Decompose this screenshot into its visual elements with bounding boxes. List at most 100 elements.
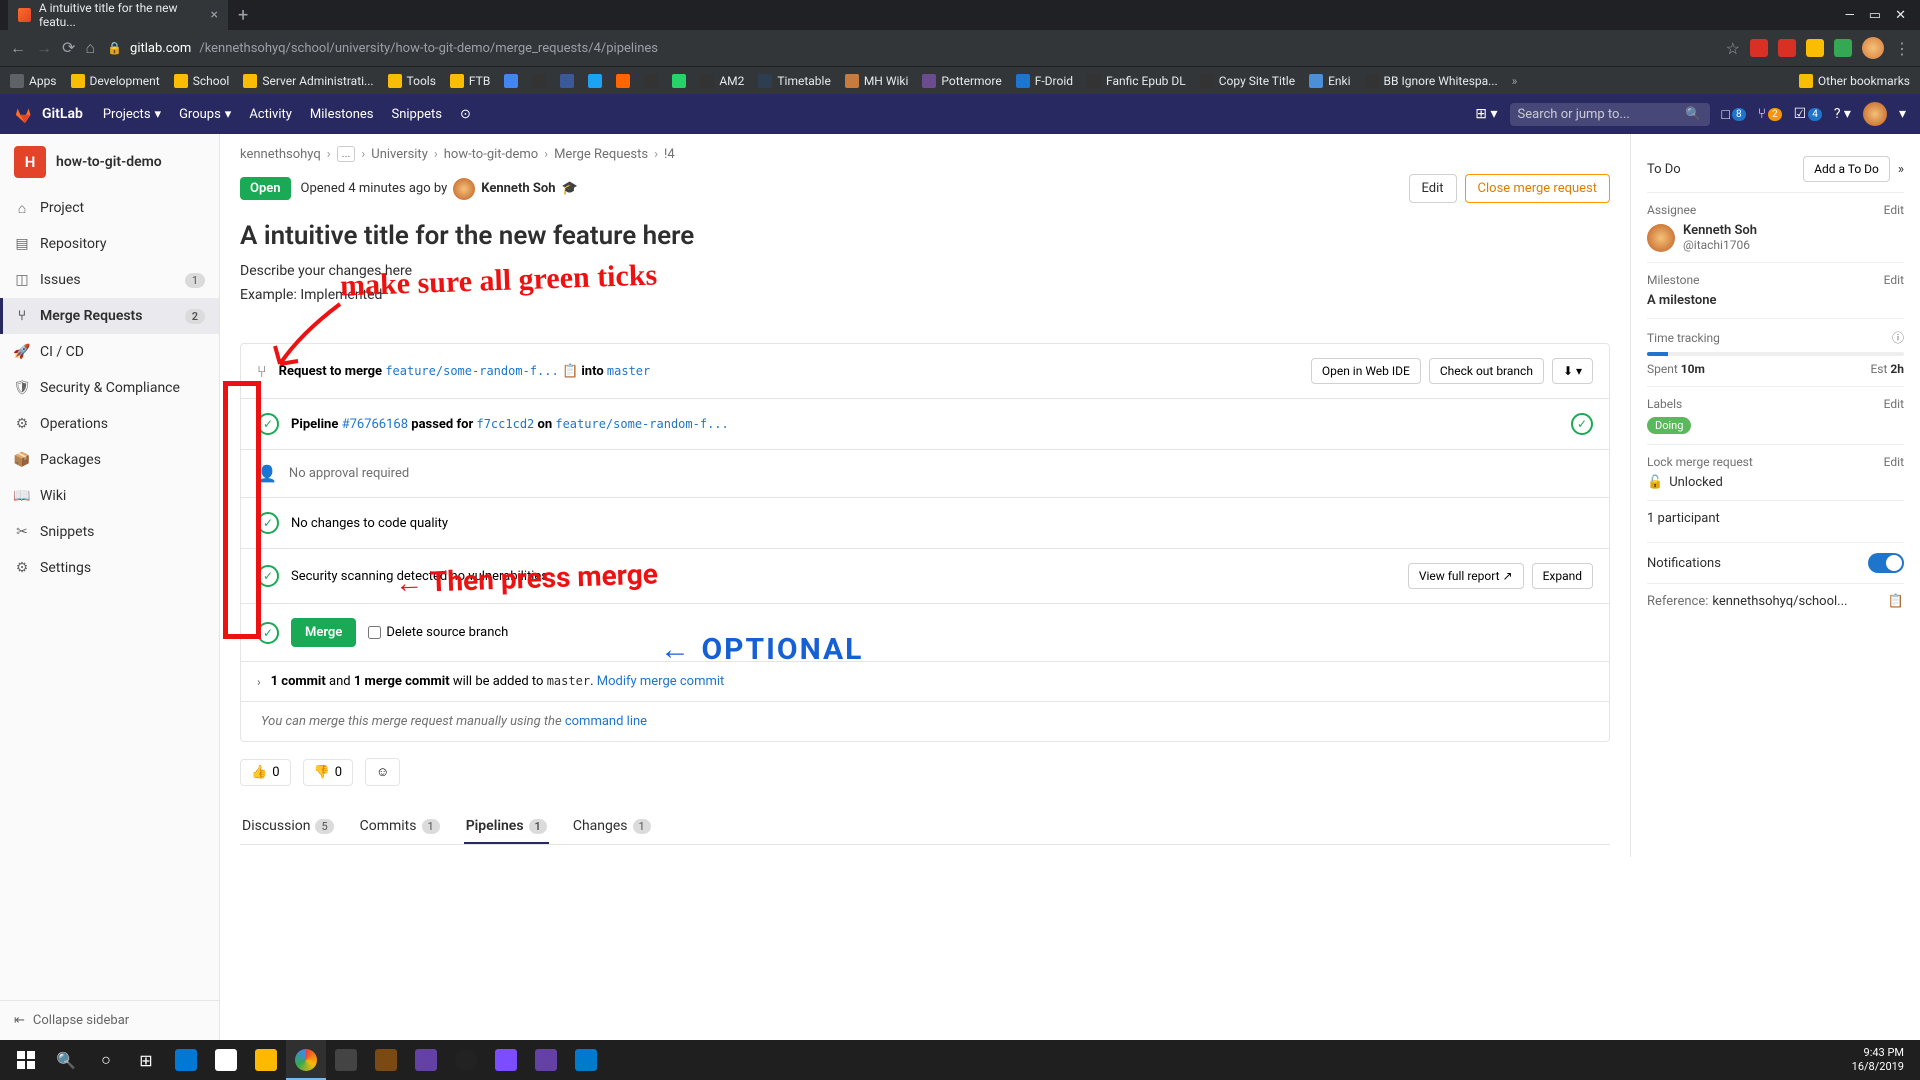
bookmark-item[interactable] [588, 74, 602, 88]
bookmark-item[interactable]: Pottermore [922, 74, 1001, 88]
download-dropdown[interactable]: ⬇ ▾ [1552, 358, 1593, 384]
assignee-avatar[interactable] [1647, 224, 1675, 252]
view-report-button[interactable]: View full report ↗ [1408, 563, 1524, 589]
sidebar-item-operations[interactable]: ⚙Operations [0, 406, 219, 442]
start-button[interactable] [6, 1040, 46, 1080]
menu-icon[interactable]: ⋮ [1894, 39, 1910, 58]
user-avatar[interactable] [1863, 102, 1887, 126]
taskbar-app[interactable] [166, 1040, 206, 1080]
taskbar-app[interactable] [566, 1040, 606, 1080]
sidebar-item-wiki[interactable]: 📖Wiki [0, 478, 219, 514]
tab-changes[interactable]: Changes1 [571, 808, 653, 844]
delete-source-checkbox[interactable]: Delete source branch [368, 625, 508, 640]
bookmark-item[interactable]: Development [71, 74, 160, 88]
sidebar-item-snippets[interactable]: ✂Snippets [0, 514, 219, 550]
copy-reference-icon[interactable]: 📋 [1888, 594, 1904, 609]
mr-shortcut[interactable]: ⑂2 [1758, 106, 1782, 122]
collapse-sidebar-button[interactable]: ⇤Collapse sidebar [0, 1000, 219, 1040]
bookmark-item[interactable]: Fanfic Epub DL [1087, 74, 1186, 88]
author-name[interactable]: Kenneth Soh [481, 181, 555, 196]
nav-activity[interactable]: Activity [249, 107, 292, 122]
taskbar-app[interactable] [486, 1040, 526, 1080]
bookmark-item[interactable] [560, 74, 574, 88]
nav-snippets[interactable]: Snippets [392, 107, 443, 122]
new-tab-button[interactable]: + [238, 5, 248, 26]
merge-button[interactable]: Merge [291, 618, 356, 647]
apps-button[interactable]: Apps [10, 74, 57, 88]
taskbar-chrome[interactable] [286, 1040, 326, 1080]
command-line-link[interactable]: command line [565, 714, 647, 729]
star-icon[interactable]: ☆ [1726, 39, 1740, 58]
cortana-icon[interactable]: ○ [86, 1040, 126, 1080]
url-bar[interactable]: 🔒 gitlab.com/kennethsohyq/school/univers… [107, 41, 1714, 56]
edit-lock[interactable]: Edit [1884, 455, 1904, 469]
edit-assignee[interactable]: Edit [1884, 203, 1904, 217]
window-maximize-icon[interactable]: ▭ [1869, 8, 1881, 23]
todo-shortcut[interactable]: ☑4 [1794, 106, 1822, 122]
add-reaction-button[interactable]: ☺ [365, 758, 400, 786]
edit-labels[interactable]: Edit [1884, 397, 1904, 411]
bookmark-item[interactable]: Timetable [758, 74, 830, 88]
nav-milestones[interactable]: Milestones [310, 107, 374, 122]
sidebar-item-cicd[interactable]: 🚀CI / CD [0, 334, 219, 370]
bookmark-item[interactable] [504, 74, 518, 88]
pipeline-id-link[interactable]: #76766168 [342, 417, 408, 432]
modify-merge-commit-link[interactable]: Modify merge commit [597, 674, 725, 689]
profile-avatar[interactable] [1862, 37, 1884, 59]
sidebar-item-packages[interactable]: 📦Packages [0, 442, 219, 478]
taskbar-app[interactable] [406, 1040, 446, 1080]
plus-dropdown[interactable]: ⊞ ▾ [1475, 106, 1497, 122]
window-close-icon[interactable]: ✕ [1895, 8, 1906, 23]
bookmark-item[interactable]: BB Ignore Whitespa... [1365, 74, 1498, 88]
copy-icon[interactable]: 📋 [562, 364, 578, 379]
sidebar-item-repository[interactable]: ▤Repository [0, 226, 219, 262]
bookmark-item[interactable]: AM2 [700, 74, 744, 88]
nav-projects[interactable]: Projects ▾ [103, 107, 161, 122]
bookmark-item[interactable]: Copy Site Title [1200, 74, 1295, 88]
close-mr-button[interactable]: Close merge request [1465, 174, 1610, 203]
bookmark-item[interactable]: F-Droid [1016, 74, 1073, 88]
breadcrumb-ellipsis[interactable]: ... [337, 146, 356, 162]
taskbar-app[interactable] [446, 1040, 486, 1080]
chevron-right-icon[interactable]: › [257, 675, 261, 689]
extension-icon[interactable] [1778, 39, 1796, 57]
taskbar-app[interactable] [366, 1040, 406, 1080]
sidebar-item-settings[interactable]: ⚙Settings [0, 550, 219, 586]
bookmark-item[interactable]: FTB [450, 74, 490, 88]
taskbar-app[interactable] [526, 1040, 566, 1080]
checkout-branch-button[interactable]: Check out branch [1429, 358, 1544, 384]
extension-icon[interactable] [1750, 39, 1768, 57]
home-icon[interactable]: ⌂ [85, 38, 95, 58]
task-view-icon[interactable]: ⊞ [126, 1040, 166, 1080]
other-bookmarks[interactable]: Other bookmarks [1799, 74, 1910, 88]
breadcrumb-link[interactable]: kennethsohyq [240, 147, 321, 162]
close-tab-icon[interactable]: × [211, 7, 218, 23]
nav-groups[interactable]: Groups ▾ [179, 107, 231, 122]
extension-icon[interactable] [1806, 39, 1824, 57]
bookmark-item[interactable] [532, 74, 546, 88]
label-chip[interactable]: Doing [1647, 417, 1691, 434]
tab-pipelines[interactable]: Pipelines1 [464, 808, 549, 844]
sidebar-item-issues[interactable]: ◫Issues1 [0, 262, 219, 298]
thumbs-up-button[interactable]: 👍 0 [240, 759, 291, 786]
source-branch[interactable]: feature/some-random-f... [385, 364, 558, 378]
tab-discussion[interactable]: Discussion5 [240, 808, 336, 844]
taskbar-app[interactable] [326, 1040, 366, 1080]
author-avatar[interactable] [453, 178, 475, 200]
back-icon[interactable]: ← [10, 38, 26, 58]
system-tray[interactable]: 9:43 PM 16/8/2019 [1852, 1046, 1914, 1075]
thumbs-down-button[interactable]: 👎 0 [303, 759, 354, 786]
expand-button[interactable]: Expand [1532, 563, 1593, 589]
search-input[interactable]: Search or jump to... 🔍 [1510, 103, 1710, 126]
add-todo-button[interactable]: Add a To Do [1803, 156, 1890, 182]
breadcrumb-link[interactable]: Merge Requests [554, 147, 648, 162]
sidebar-item-merge-requests[interactable]: ⑂Merge Requests2 [0, 298, 219, 334]
search-icon[interactable]: 🔍 [46, 1040, 86, 1080]
extension-icon[interactable] [1834, 39, 1852, 57]
breadcrumb-link[interactable]: how-to-git-demo [444, 147, 538, 162]
commit-sha[interactable]: f7cc1cd2 [476, 417, 534, 431]
expand-sidebar-icon[interactable]: » [1898, 162, 1904, 177]
bookmarks-overflow[interactable]: » [1512, 74, 1518, 88]
bookmark-item[interactable] [644, 74, 658, 88]
pipeline-branch[interactable]: feature/some-random-f... [555, 417, 728, 431]
